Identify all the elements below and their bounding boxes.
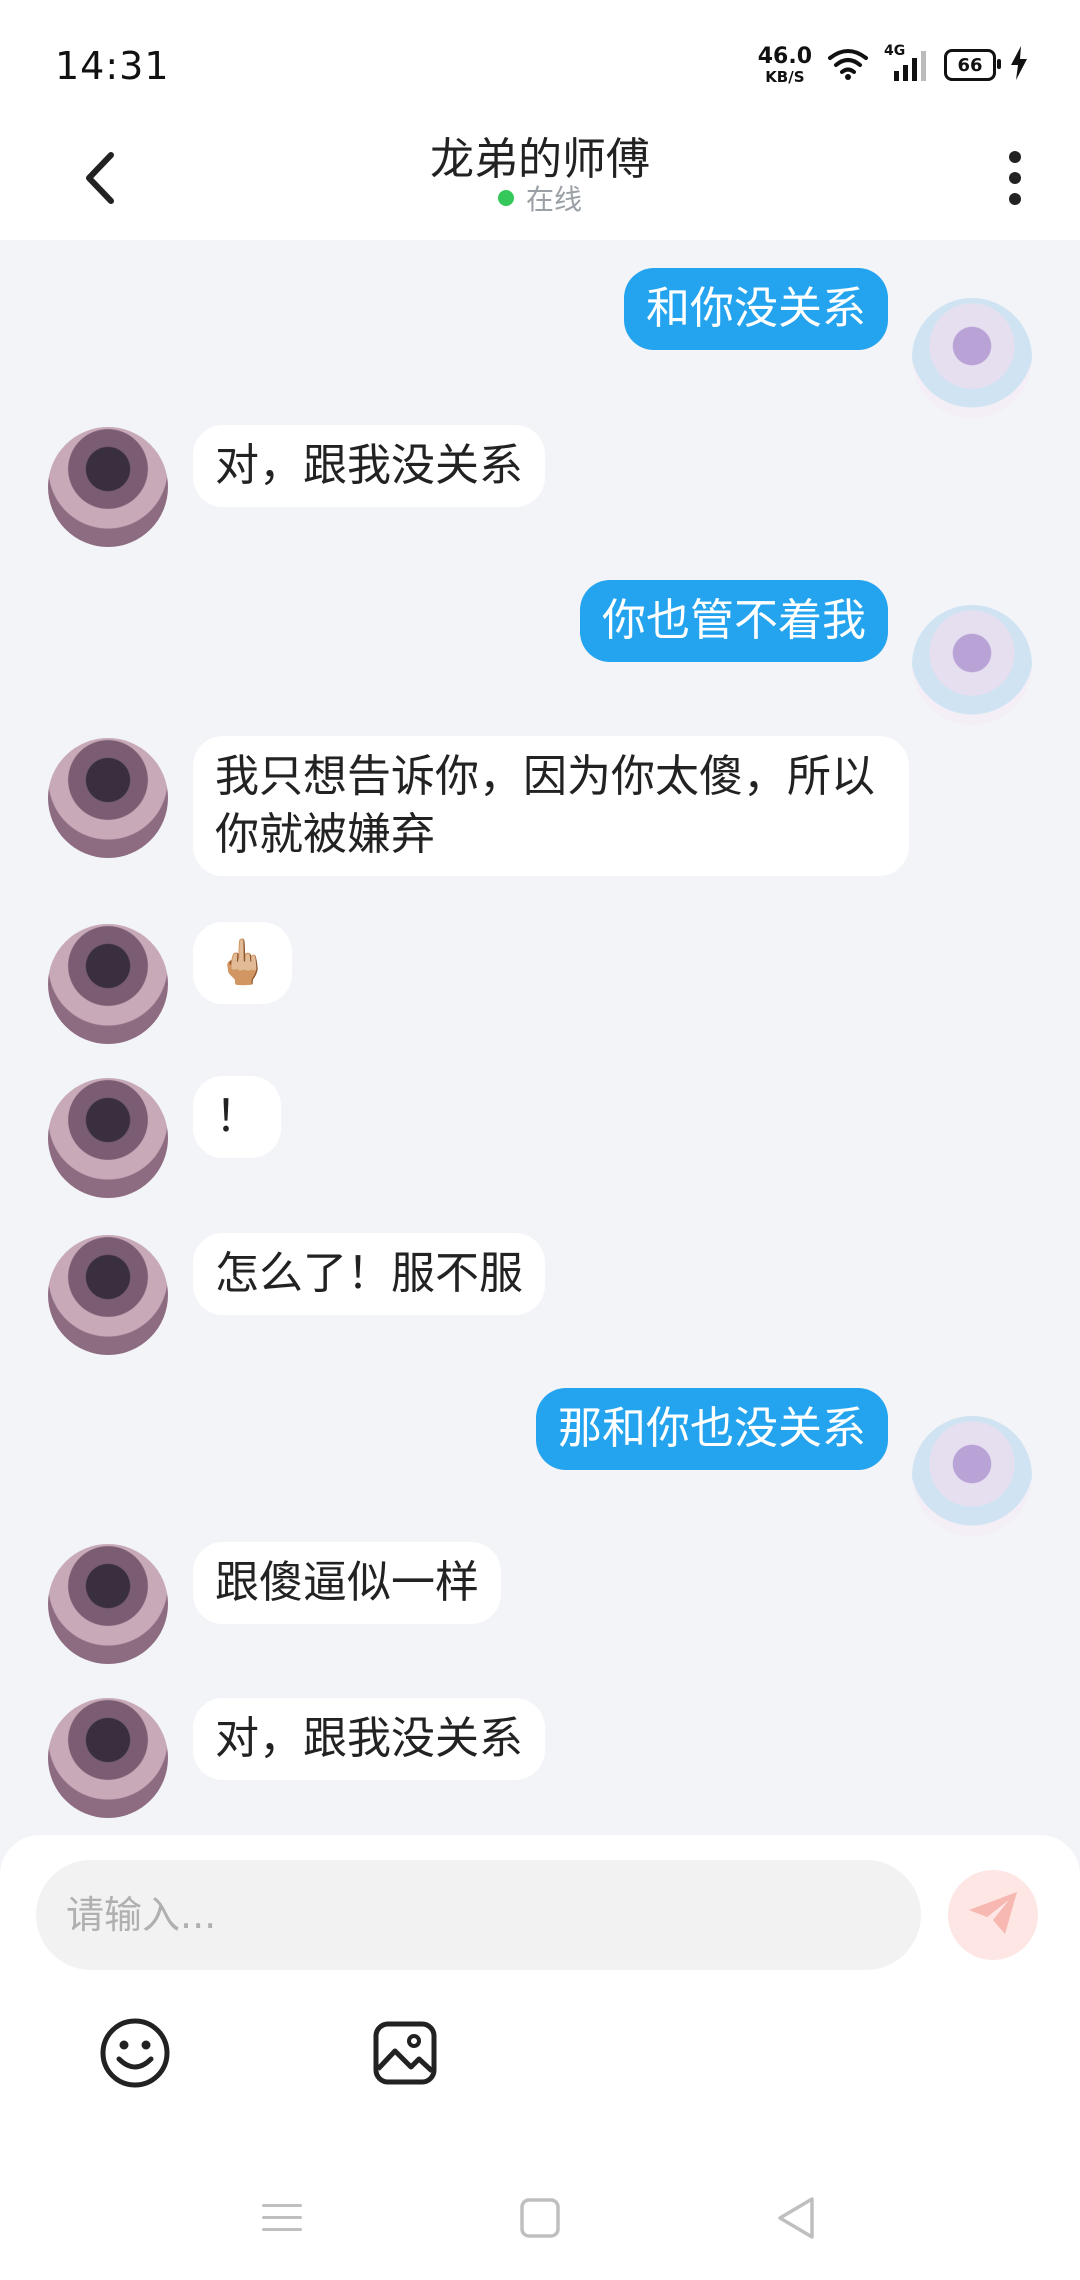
battery-indicator: 66: [944, 49, 1001, 81]
recent-apps-button[interactable]: [252, 2190, 312, 2250]
image-button[interactable]: [365, 2015, 445, 2095]
received-message-bubble[interactable]: 我只想告诉你，因为你太傻，所以你就被嫌弃: [193, 736, 909, 876]
received-message-bubble[interactable]: 对，跟我没关系: [193, 1698, 545, 1780]
received-message-bubble[interactable]: 跟傻逼似一样: [193, 1542, 501, 1624]
smiley-icon: [99, 2017, 171, 2093]
emoji-button[interactable]: [95, 2015, 175, 2095]
status-bar: 14:31 46.0 KB/S 4G 66: [0, 0, 1080, 115]
message-list[interactable]: 和你没关系 对，跟我没关系 你也管不着我 我只想告诉你，因为你太傻，所以你就被嫌…: [0, 240, 1080, 1835]
presence-status: 在线: [0, 178, 1080, 218]
received-message-bubble[interactable]: 🖕🏼: [193, 922, 292, 1004]
battery-level: 66: [957, 54, 983, 76]
online-dot-icon: [497, 190, 514, 206]
contact-avatar[interactable]: [48, 1078, 168, 1198]
square-icon: [519, 2197, 561, 2243]
status-time: 14:31: [55, 44, 170, 88]
received-message-bubble[interactable]: ！: [193, 1076, 281, 1158]
home-button[interactable]: [510, 2190, 570, 2250]
signal-icon: 4G: [884, 43, 930, 83]
self-avatar[interactable]: [912, 298, 1032, 418]
contact-avatar[interactable]: [48, 427, 168, 547]
triangle-left-icon: [774, 2195, 818, 2245]
contact-avatar[interactable]: [48, 1544, 168, 1664]
contact-avatar[interactable]: [48, 1235, 168, 1355]
menu-icon: [260, 2200, 304, 2240]
contact-avatar[interactable]: [48, 738, 168, 858]
contact-avatar[interactable]: [48, 1698, 168, 1818]
system-nav-bar: [0, 2155, 1080, 2280]
image-icon: [371, 2019, 439, 2091]
contact-avatar[interactable]: [48, 924, 168, 1044]
received-message-bubble[interactable]: 对，跟我没关系: [193, 425, 545, 507]
presence-label: 在线: [525, 183, 582, 216]
paper-plane-icon: [965, 1888, 1021, 1942]
self-avatar[interactable]: [912, 1416, 1032, 1536]
charging-icon: [1010, 46, 1028, 84]
more-options-button[interactable]: [990, 140, 1040, 220]
nav-back-button[interactable]: [766, 2190, 826, 2250]
chat-header: 龙弟的师傅 在线: [0, 115, 1080, 240]
send-button[interactable]: [948, 1870, 1038, 1960]
network-speed-value: 46.0: [757, 43, 812, 69]
composer: [0, 1835, 1080, 2155]
network-speed-unit: KB/S: [765, 67, 805, 86]
more-vertical-icon: [1008, 150, 1022, 210]
sent-message-bubble[interactable]: 和你没关系: [624, 268, 888, 350]
received-message-bubble[interactable]: 怎么了！服不服: [193, 1233, 545, 1315]
sent-message-bubble[interactable]: 那和你也没关系: [536, 1388, 888, 1470]
sent-message-bubble[interactable]: 你也管不着我: [580, 580, 888, 662]
network-speed: 46.0 KB/S: [757, 43, 812, 86]
message-input[interactable]: [36, 1860, 921, 1970]
status-icons: 46.0 KB/S 4G 66: [758, 40, 1028, 90]
wifi-icon: [826, 46, 870, 84]
self-avatar[interactable]: [912, 605, 1032, 725]
